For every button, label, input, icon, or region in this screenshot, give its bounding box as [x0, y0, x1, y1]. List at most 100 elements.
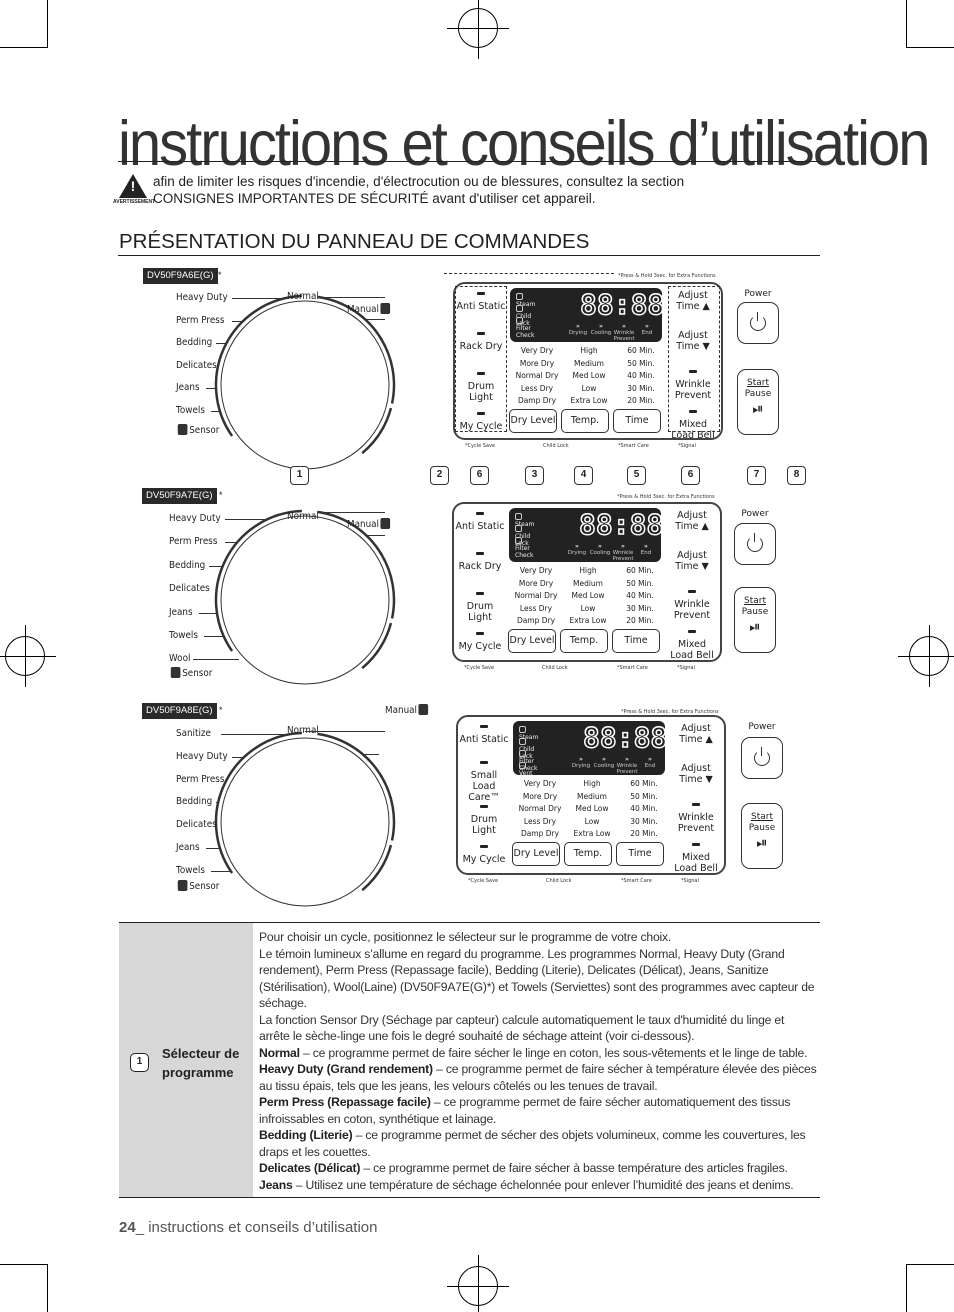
option-value: High	[579, 566, 597, 575]
dial-label-left[interactable]: Delicates	[176, 819, 217, 830]
dial-label-left[interactable]: Towels	[176, 865, 205, 876]
power-icon	[750, 312, 766, 331]
callout-badge: 2	[430, 466, 449, 485]
stage-label: Wrinkle Prevent	[616, 763, 638, 775]
function-button[interactable]: Small Load Care™	[458, 761, 510, 803]
function-button[interactable]: Adjust Time ▼	[670, 763, 722, 785]
paragraph-text: – Utilisez une température de séchage éc…	[292, 1177, 794, 1192]
dial-label-left[interactable]: Bedding	[176, 337, 212, 348]
sensor-label: Sensor	[169, 667, 212, 679]
cycle-stage: » Drying	[569, 757, 593, 770]
function-button[interactable]: Wrinkle Prevent	[670, 803, 722, 834]
button-label: Prevent	[673, 610, 711, 621]
start-pause-button[interactable]: Start Pause ⏯	[734, 587, 776, 653]
option-value: Medium	[573, 578, 603, 588]
panel-footnote: *Smart Care	[618, 443, 649, 449]
selector-button[interactable]: Dry Level	[508, 629, 556, 653]
title-divider	[118, 161, 820, 162]
dial-label-left[interactable]: Heavy Duty	[169, 513, 221, 524]
dial-label-top[interactable]: Normal	[287, 511, 319, 522]
function-button[interactable]: Wrinkle Prevent	[666, 590, 718, 621]
callout-badge: 7	[747, 466, 766, 485]
function-button[interactable]: My Cycle	[458, 845, 510, 865]
option-value: Low	[584, 816, 600, 826]
selector-button[interactable]: Time	[612, 629, 660, 653]
option-value: 50 Min.	[626, 578, 654, 588]
paragraph-text: La fonction Sensor Dry (Séchage par capt…	[259, 1012, 785, 1044]
function-button[interactable]: Anti Static	[454, 512, 506, 532]
function-button[interactable]: Drum Light	[458, 805, 510, 836]
function-button[interactable]: Adjust Time ▼	[666, 550, 718, 572]
dial-leader	[225, 542, 238, 544]
dial-leader	[221, 734, 292, 735]
dial-label-left[interactable]: Jeans	[169, 607, 193, 618]
panel-footnote: *Signal	[678, 443, 696, 449]
selector-button[interactable]: Temp.	[561, 409, 609, 433]
selector-button[interactable]: Temp.	[564, 842, 612, 866]
button-label: My Cycle	[458, 641, 502, 652]
function-button[interactable]: Mixed Load Bell	[666, 630, 718, 661]
option-value: Less Dry	[519, 603, 553, 613]
dial-label-top[interactable]: Normal	[287, 291, 319, 302]
dial-label-left[interactable]: Jeans	[176, 842, 200, 853]
function-button[interactable]: Anti Static	[458, 725, 510, 745]
stage-label: Cooling	[593, 763, 615, 769]
button-label: Prevent	[677, 823, 715, 834]
selector-button[interactable]: Dry Level	[509, 409, 557, 433]
power-button[interactable]	[737, 302, 779, 344]
cycle-stage: » Cooling	[588, 544, 612, 557]
dial-label-left[interactable]: Heavy Duty	[176, 292, 228, 303]
start-pause-button[interactable]: Start Pause ⏯	[741, 803, 783, 869]
dial-label-left[interactable]: Wool	[169, 653, 190, 664]
dial-leader	[318, 512, 385, 513]
option-column-temps: High Medium Med Low Low Extra Low	[560, 345, 618, 408]
label-line: programme	[162, 1065, 234, 1080]
function-button[interactable]: Drum Light	[454, 592, 506, 623]
dial-label-left[interactable]: Delicates	[169, 583, 210, 594]
dial-label-left[interactable]: Perm Press	[176, 774, 224, 785]
selector-button[interactable]: Dry Level	[512, 842, 560, 866]
function-button[interactable]: My Cycle	[454, 632, 506, 652]
dial-label-left[interactable]: Towels	[169, 630, 198, 641]
function-button[interactable]: Adjust Time ▲	[670, 723, 722, 745]
dial-leader	[225, 519, 269, 520]
registration-mark	[447, 0, 509, 59]
dial-label-left[interactable]: Bedding	[176, 796, 212, 807]
function-button[interactable]: Adjust Time ▲	[666, 510, 718, 532]
selector-button[interactable]: Time	[613, 409, 661, 433]
dial-label-left[interactable]: Jeans	[176, 382, 200, 393]
option-value: Medium	[577, 791, 607, 801]
cycle-stage: » End	[634, 544, 658, 557]
dial-label-left[interactable]: Delicates	[176, 360, 217, 371]
option-value: Very Dry	[519, 566, 553, 575]
dial-label-left[interactable]: Sanitize	[176, 728, 211, 739]
option-value: High	[583, 779, 601, 788]
selector-button[interactable]: Temp.	[560, 629, 608, 653]
dial-arc-left	[214, 731, 302, 874]
sensor-label: Sensor	[176, 424, 219, 436]
stage-label: End	[640, 550, 652, 556]
dial-arc-lower-right	[361, 407, 393, 455]
dial-label-left[interactable]: Heavy Duty	[176, 751, 228, 762]
section-title: PRÉSENTATION DU PANNEAU DE COMMANDES	[119, 230, 590, 253]
option-value: Very Dry	[523, 779, 557, 788]
crop-mark	[906, 1264, 954, 1265]
dial-arc-right	[379, 337, 396, 404]
dial-label-left[interactable]: Bedding	[169, 560, 205, 571]
cycle-stage: » Wrinkle Prevent	[615, 757, 639, 776]
start-pause-button[interactable]: Start Pause ⏯	[737, 369, 779, 435]
function-button[interactable]: Rack Dry	[454, 552, 506, 572]
dial-label-left[interactable]: Towels	[176, 405, 205, 416]
function-button[interactable]: Mixed Load Bell	[670, 843, 722, 874]
dial-leader	[365, 535, 385, 536]
power-button[interactable]	[734, 523, 776, 565]
dial-label-left[interactable]: Perm Press	[176, 315, 224, 326]
paragraph-text: – ce programme permet de faire sécher à …	[360, 1161, 788, 1175]
crop-mark	[0, 47, 48, 48]
dial-label-left[interactable]: Perm Press	[169, 536, 217, 547]
footer-text: _ instructions et conseils d’utilisation	[135, 1219, 378, 1236]
power-button[interactable]	[741, 737, 783, 779]
button-label: Anti Static	[459, 734, 509, 745]
stage-label: Cooling	[589, 550, 611, 556]
selector-button[interactable]: Time	[616, 842, 664, 866]
